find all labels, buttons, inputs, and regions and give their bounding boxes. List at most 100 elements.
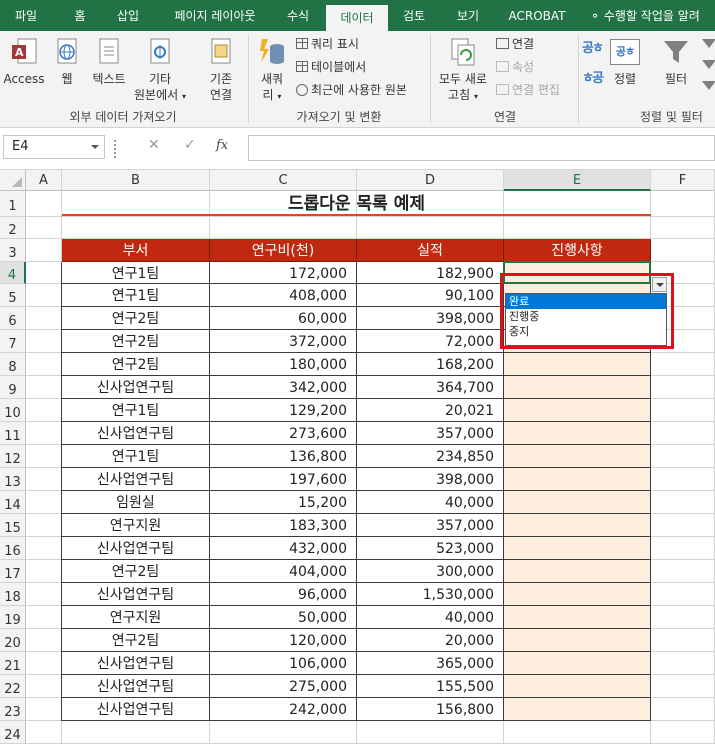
- cancel-icon[interactable]: ✕: [148, 137, 160, 153]
- budget-cell[interactable]: 180,000: [210, 353, 357, 376]
- budget-cell[interactable]: 408,000: [210, 284, 357, 307]
- row-header-4[interactable]: 4: [0, 262, 26, 284]
- result-cell[interactable]: 523,000: [357, 537, 504, 560]
- cell-a20[interactable]: [26, 629, 62, 652]
- status-cell[interactable]: [504, 606, 651, 629]
- cell-b24[interactable]: [62, 721, 210, 744]
- budget-cell[interactable]: 136,800: [210, 445, 357, 468]
- row-header-18[interactable]: 18: [0, 583, 26, 606]
- result-cell[interactable]: 357,000: [357, 422, 504, 445]
- cell-f24[interactable]: [651, 721, 715, 744]
- row-header-16[interactable]: 16: [0, 537, 26, 560]
- budget-cell[interactable]: 342,000: [210, 376, 357, 399]
- column-header-b[interactable]: B: [62, 170, 210, 191]
- result-cell[interactable]: 234,850: [357, 445, 504, 468]
- cell-a13[interactable]: [26, 468, 62, 491]
- result-cell[interactable]: 90,100: [357, 284, 504, 307]
- status-cell[interactable]: [504, 353, 651, 376]
- from-table-button[interactable]: 테이블에서: [296, 59, 366, 75]
- get-data-other-sources-button[interactable]: 기타 원본에서 ▾: [134, 37, 186, 103]
- row-header-5[interactable]: 5: [0, 284, 26, 307]
- cell-a9[interactable]: [26, 376, 62, 399]
- budget-cell[interactable]: 129,200: [210, 399, 357, 422]
- cell-e24[interactable]: [504, 721, 651, 744]
- cell-a19[interactable]: [26, 606, 62, 629]
- result-cell[interactable]: 300,000: [357, 560, 504, 583]
- status-cell[interactable]: [504, 652, 651, 675]
- result-cell[interactable]: 365,000: [357, 652, 504, 675]
- new-query-button[interactable]: 새쿼 리 ▾: [252, 37, 292, 103]
- splitter-handle[interactable]: [114, 140, 118, 158]
- row-header-9[interactable]: 9: [0, 376, 26, 399]
- dept-cell[interactable]: 연구2팀: [62, 353, 210, 376]
- cell-a11[interactable]: [26, 422, 62, 445]
- existing-connections-button[interactable]: 기존 연결: [198, 37, 244, 103]
- budget-cell[interactable]: 197,600: [210, 468, 357, 491]
- result-cell[interactable]: 364,700: [357, 376, 504, 399]
- result-cell[interactable]: 20,000: [357, 629, 504, 652]
- result-cell[interactable]: 72,000: [357, 330, 504, 353]
- budget-cell[interactable]: 183,300: [210, 514, 357, 537]
- sort-descending-icon[interactable]: ㅎ공: [582, 71, 604, 91]
- cell-a18[interactable]: [26, 583, 62, 606]
- cell-a16[interactable]: [26, 537, 62, 560]
- cell-a2[interactable]: [26, 217, 62, 239]
- cell-f21[interactable]: [651, 652, 715, 675]
- cell-f14[interactable]: [651, 491, 715, 514]
- get-data-access-button[interactable]: A Access: [2, 37, 46, 99]
- budget-cell[interactable]: 50,000: [210, 606, 357, 629]
- row-header-10[interactable]: 10: [0, 399, 26, 422]
- budget-cell[interactable]: 172,000: [210, 262, 357, 284]
- dept-cell[interactable]: 신사업연구팀: [62, 468, 210, 491]
- tab-formulas[interactable]: 수식: [276, 0, 320, 31]
- result-cell[interactable]: 357,000: [357, 514, 504, 537]
- dept-cell[interactable]: 임원실: [62, 491, 210, 514]
- cell-a4[interactable]: [26, 262, 62, 284]
- cell-a14[interactable]: [26, 491, 62, 514]
- budget-cell[interactable]: 242,000: [210, 698, 357, 721]
- row-header-14[interactable]: 14: [0, 491, 26, 514]
- result-cell[interactable]: 168,200: [357, 353, 504, 376]
- dept-cell[interactable]: 연구2팀: [62, 330, 210, 353]
- status-cell[interactable]: [504, 468, 651, 491]
- cell-a1[interactable]: [26, 191, 62, 217]
- result-cell[interactable]: 40,000: [357, 491, 504, 514]
- row-header-1[interactable]: 1: [0, 191, 26, 217]
- tell-me-box[interactable]: ⚬ 수행할 작업을 알려: [590, 0, 715, 31]
- dept-cell[interactable]: 신사업연구팀: [62, 537, 210, 560]
- result-cell[interactable]: 398,000: [357, 468, 504, 491]
- tab-home[interactable]: 홈: [58, 0, 102, 31]
- get-data-web-button[interactable]: 웹: [48, 37, 86, 99]
- result-cell[interactable]: 398,000: [357, 307, 504, 330]
- status-cell[interactable]: [504, 422, 651, 445]
- budget-cell[interactable]: 404,000: [210, 560, 357, 583]
- row-header-8[interactable]: 8: [0, 353, 26, 376]
- budget-cell[interactable]: 275,000: [210, 675, 357, 698]
- row-header-15[interactable]: 15: [0, 514, 26, 537]
- cell-a17[interactable]: [26, 560, 62, 583]
- row-header-21[interactable]: 21: [0, 652, 26, 675]
- cell-a5[interactable]: [26, 284, 62, 307]
- cell-f23[interactable]: [651, 698, 715, 721]
- tab-acrobat[interactable]: ACROBAT: [500, 0, 574, 31]
- get-data-text-button[interactable]: 텍스트: [86, 37, 132, 99]
- cell-a6[interactable]: [26, 307, 62, 330]
- budget-cell[interactable]: 96,000: [210, 583, 357, 606]
- recent-sources-button[interactable]: 최근에 사용한 원본: [296, 82, 407, 98]
- select-all-corner[interactable]: [0, 170, 26, 191]
- status-cell[interactable]: [504, 445, 651, 468]
- chevron-down-icon[interactable]: [91, 145, 99, 149]
- cell-f15[interactable]: [651, 514, 715, 537]
- status-cell[interactable]: [504, 376, 651, 399]
- dept-cell[interactable]: 신사업연구팀: [62, 583, 210, 606]
- status-cell[interactable]: [504, 583, 651, 606]
- dept-cell[interactable]: 연구1팀: [62, 445, 210, 468]
- cell-f17[interactable]: [651, 560, 715, 583]
- cell-a8[interactable]: [26, 353, 62, 376]
- result-cell[interactable]: 20,021: [357, 399, 504, 422]
- cell-f16[interactable]: [651, 537, 715, 560]
- result-cell[interactable]: 1,530,000: [357, 583, 504, 606]
- cell-f12[interactable]: [651, 445, 715, 468]
- cell-a21[interactable]: [26, 652, 62, 675]
- row-header-24[interactable]: 24: [0, 721, 26, 744]
